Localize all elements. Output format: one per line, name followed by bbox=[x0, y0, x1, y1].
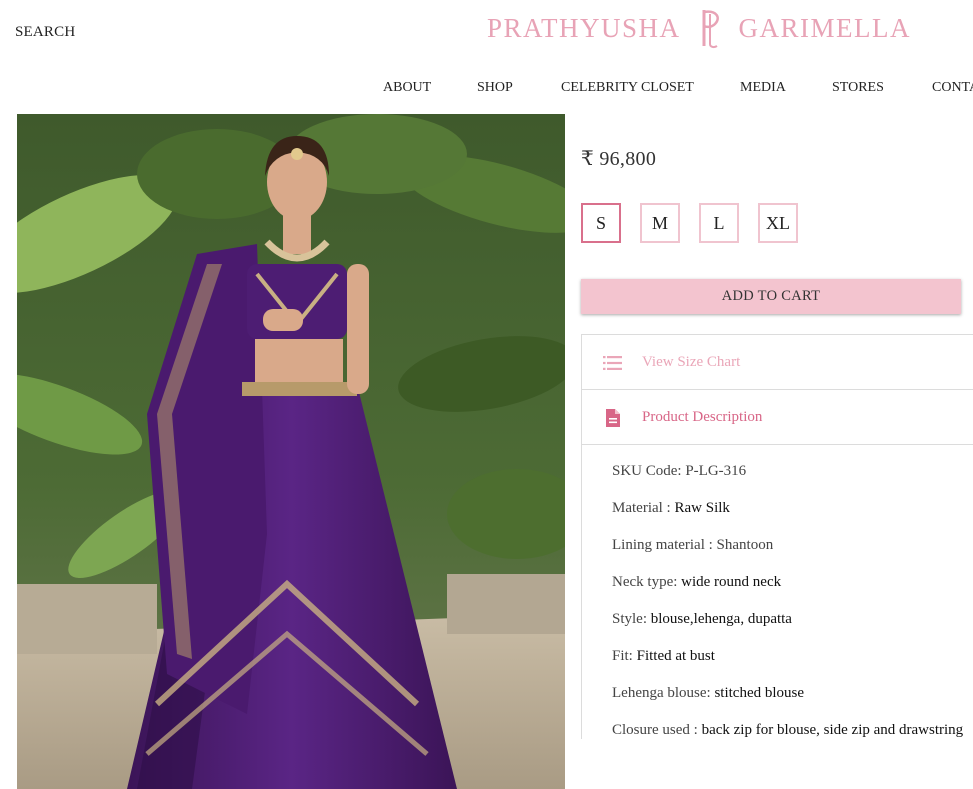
size-chart-row[interactable]: View Size Chart bbox=[582, 335, 973, 390]
detail-lining: Lining material : Shantoon bbox=[612, 537, 774, 553]
product-photo[interactable] bbox=[17, 114, 565, 789]
detail-material: Material : Raw Silk bbox=[612, 500, 730, 516]
list-icon bbox=[603, 356, 622, 370]
nav-item-media[interactable]: MEDIA bbox=[740, 80, 786, 96]
size-option-l[interactable]: L bbox=[699, 203, 739, 243]
detail-sku: SKU Code: P-LG-316 bbox=[612, 463, 747, 479]
size-option-s[interactable]: S bbox=[581, 203, 621, 243]
main-nav: ABOUT SHOP CELEBRITY CLOSET MEDIA STORES… bbox=[0, 80, 973, 100]
detail-lehenga-blouse: Lehenga blouse: stitched blouse bbox=[612, 685, 805, 701]
search-link[interactable]: SEARCH bbox=[15, 24, 75, 41]
nav-item-contact[interactable]: CONTACT bbox=[932, 80, 973, 96]
nav-item-celebrity-closet[interactable]: CELEBRITY CLOSET bbox=[561, 80, 694, 96]
nav-item-stores[interactable]: STORES bbox=[832, 80, 884, 96]
detail-fit: Fit: Fitted at bust bbox=[612, 648, 715, 664]
detail-style: Style: blouse,lehenga, dupatta bbox=[612, 611, 792, 627]
product-description-heading[interactable]: Product Description bbox=[642, 409, 762, 426]
size-chart-link[interactable]: View Size Chart bbox=[642, 354, 740, 371]
product-photo-illustration bbox=[17, 114, 565, 789]
size-option-xl[interactable]: XL bbox=[758, 203, 798, 243]
add-to-cart-button[interactable]: ADD TO CART bbox=[581, 279, 961, 314]
brand-logo[interactable]: PRATHYUSHA GARIMELLA bbox=[487, 6, 911, 50]
nav-item-about[interactable]: ABOUT bbox=[383, 80, 431, 96]
brand-name-right: GARIMELLA bbox=[738, 12, 912, 43]
detail-neck-type: Neck type: wide round neck bbox=[612, 574, 782, 590]
detail-closure: Closure used : back zip for blouse, side… bbox=[612, 722, 964, 738]
document-icon bbox=[606, 409, 620, 427]
size-option-m[interactable]: M bbox=[640, 203, 680, 243]
brand-monogram-icon bbox=[702, 10, 719, 49]
product-info-panel: View Size Chart Product Description SKU … bbox=[581, 334, 973, 739]
description-row[interactable]: Product Description bbox=[582, 390, 973, 445]
product-price: ₹ 96,800 bbox=[581, 148, 657, 170]
nav-item-shop[interactable]: SHOP bbox=[477, 80, 513, 96]
brand-name-left: PRATHYUSHA bbox=[487, 12, 681, 43]
